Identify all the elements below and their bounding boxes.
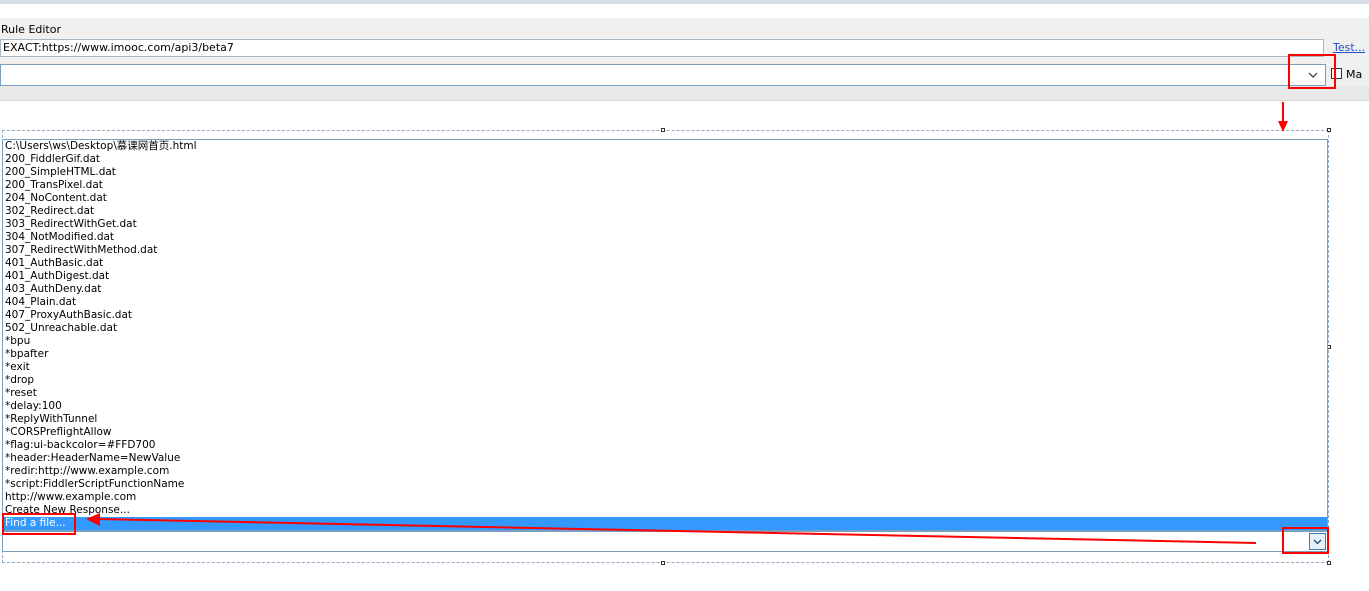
- list-item[interactable]: 302_Redirect.dat: [3, 205, 1327, 218]
- list-item[interactable]: *drop: [3, 374, 1327, 387]
- list-item[interactable]: *header:HeaderName=NewValue: [3, 452, 1327, 465]
- list-item[interactable]: *exit: [3, 361, 1327, 374]
- list-item[interactable]: *bpu: [3, 335, 1327, 348]
- list-item[interactable]: 304_NotModified.dat: [3, 231, 1327, 244]
- list-item[interactable]: 401_AuthBasic.dat: [3, 257, 1327, 270]
- annotation-highlight-find-file: [2, 513, 76, 535]
- list-item[interactable]: 200_SimpleHTML.dat: [3, 166, 1327, 179]
- annotation-highlight-action-dropdown: [1288, 54, 1336, 89]
- list-item[interactable]: http://www.example.com: [3, 491, 1327, 504]
- list-item[interactable]: *CORSPreflightAllow: [3, 426, 1327, 439]
- list-item[interactable]: 204_NoContent.dat: [3, 192, 1327, 205]
- list-item[interactable]: 403_AuthDeny.dat: [3, 283, 1327, 296]
- resize-handle[interactable]: [661, 128, 665, 132]
- action-combo[interactable]: [0, 64, 1326, 86]
- match-url-input[interactable]: EXACT:https://www.imooc.com/api3/beta7: [0, 39, 1324, 57]
- list-item[interactable]: Find a file...: [3, 517, 1327, 530]
- annotation-highlight-dropdown-button: [1282, 527, 1329, 554]
- list-item[interactable]: C:\Users\ws\Desktop\慕课网首页.html: [3, 140, 1327, 153]
- test-link[interactable]: Test...: [1333, 41, 1365, 54]
- list-item[interactable]: 407_ProxyAuthBasic.dat: [3, 309, 1327, 322]
- list-item[interactable]: 502_Unreachable.dat: [3, 322, 1327, 335]
- list-item[interactable]: *delay:100: [3, 400, 1327, 413]
- list-item[interactable]: *script:FiddlerScriptFunctionName: [3, 478, 1327, 491]
- list-item[interactable]: 404_Plain.dat: [3, 296, 1327, 309]
- list-item[interactable]: *redir:http://www.example.com: [3, 465, 1327, 478]
- match-checkbox-label: Ma: [1346, 68, 1363, 81]
- list-item[interactable]: 401_AuthDigest.dat: [3, 270, 1327, 283]
- resize-handle[interactable]: [661, 561, 665, 565]
- resize-handle[interactable]: [1327, 561, 1331, 565]
- rule-editor-title: Rule Editor: [1, 23, 61, 36]
- resize-handle[interactable]: [1327, 128, 1331, 132]
- window-top-strip: [0, 0, 1369, 4]
- list-item[interactable]: 307_RedirectWithMethod.dat: [3, 244, 1327, 257]
- response-dropdown-list[interactable]: C:\Users\ws\Desktop\慕课网首页.html 200_Fiddle…: [2, 139, 1328, 531]
- list-item[interactable]: 200_FiddlerGif.dat: [3, 153, 1327, 166]
- list-item[interactable]: *reset: [3, 387, 1327, 400]
- list-item[interactable]: *flag:ui-backcolor=#FFD700: [3, 439, 1327, 452]
- list-item[interactable]: 200_TransPixel.dat: [3, 179, 1327, 192]
- response-combo[interactable]: [2, 531, 1328, 552]
- panel-separator: [0, 86, 1369, 100]
- list-item[interactable]: *bpafter: [3, 348, 1327, 361]
- list-item[interactable]: *ReplyWithTunnel: [3, 413, 1327, 426]
- list-item[interactable]: Create New Response...: [3, 504, 1327, 517]
- list-item[interactable]: 303_RedirectWithGet.dat: [3, 218, 1327, 231]
